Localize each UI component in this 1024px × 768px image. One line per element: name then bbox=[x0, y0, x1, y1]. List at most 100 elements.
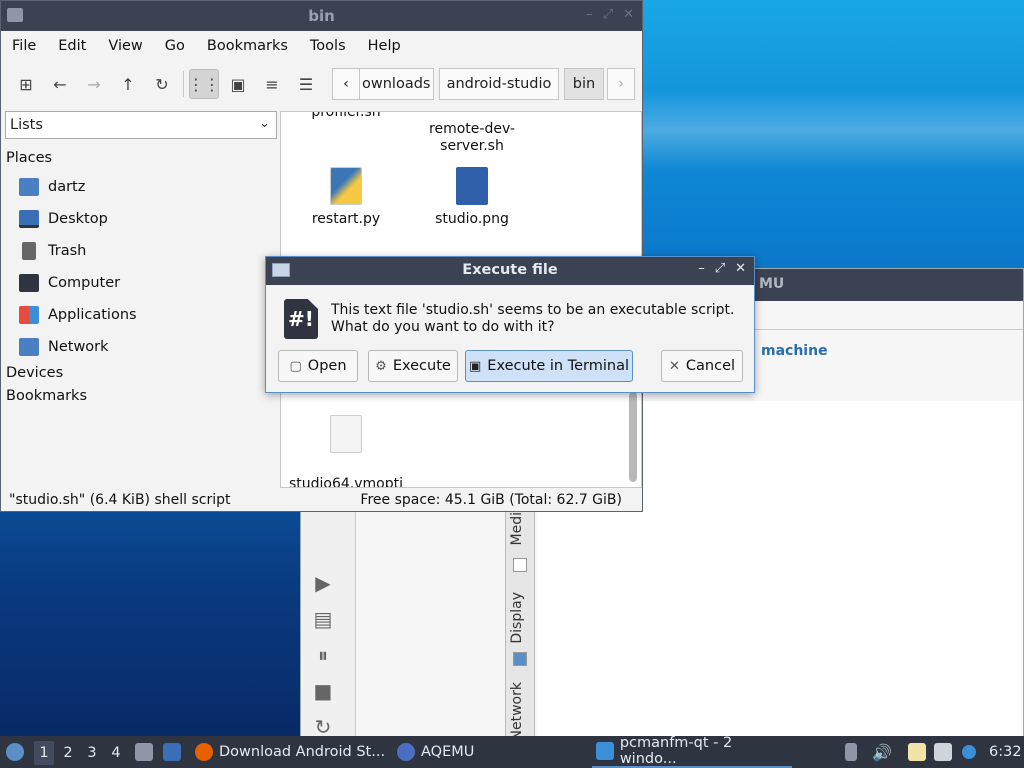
devices-heading[interactable]: Devices bbox=[6, 365, 63, 381]
breadcrumb-bin[interactable]: bin bbox=[564, 68, 604, 100]
sidebar-item-applications[interactable]: Applications bbox=[19, 301, 137, 329]
stop-icon[interactable]: ■ bbox=[311, 679, 335, 703]
cancel-button[interactable]: ✕ Cancel bbox=[661, 350, 743, 382]
start-menu-button[interactable] bbox=[6, 736, 30, 768]
aqemu-machine-label: machine bbox=[761, 343, 828, 359]
selection-status: "studio.sh" (6.4 KiB) shell script bbox=[9, 492, 231, 508]
sidebar-item-label: dartz bbox=[48, 179, 86, 195]
cancel-icon: ✕ bbox=[668, 358, 680, 374]
breadcrumb-downloads[interactable]: ownloads bbox=[359, 68, 434, 100]
tab-network[interactable]: Network bbox=[509, 682, 525, 740]
menu-tools[interactable]: Tools bbox=[299, 38, 357, 54]
breadcrumb-scroll-right[interactable]: › bbox=[607, 68, 635, 100]
quicklaunch-files[interactable] bbox=[135, 736, 159, 768]
menu-file[interactable]: File bbox=[1, 38, 47, 54]
maximize-icon[interactable]: ⤢ bbox=[715, 261, 725, 276]
taskbar: 1 2 3 4 Download Android St... AQEMU pcm… bbox=[0, 735, 1024, 768]
close-icon[interactable]: ✕ bbox=[735, 261, 746, 276]
forward-icon[interactable]: → bbox=[79, 69, 109, 99]
sidebar-item-desktop[interactable]: Desktop bbox=[19, 205, 108, 233]
dialog-title: Execute file bbox=[462, 262, 558, 278]
pause-icon[interactable]: ⏸ bbox=[311, 643, 335, 667]
home-folder-icon bbox=[19, 178, 39, 196]
execute-in-terminal-button[interactable]: ▣ Execute in Terminal bbox=[465, 350, 633, 382]
file-item[interactable]: studio64.vmopti ons bbox=[281, 398, 411, 488]
execute-button[interactable]: ⚙ Execute bbox=[368, 350, 458, 382]
execute-in-terminal-label: Execute in Terminal bbox=[487, 358, 629, 374]
status-bar: "studio.sh" (6.4 KiB) shell script Free … bbox=[1, 489, 642, 511]
tray-eject[interactable] bbox=[845, 736, 863, 768]
sidebar-view-select[interactable]: Lists ⌄ bbox=[5, 111, 277, 139]
tab-media[interactable]: Medi bbox=[509, 512, 525, 545]
clock[interactable]: 6:32 bbox=[989, 736, 1022, 768]
menu-view[interactable]: View bbox=[97, 38, 153, 54]
dialog-titlebar[interactable]: Execute file – ⤢ ✕ bbox=[266, 257, 754, 285]
tab-display[interactable]: Display bbox=[509, 592, 525, 644]
play-icon[interactable]: ▶ bbox=[311, 571, 335, 595]
sidebar-item-network[interactable]: Network bbox=[19, 333, 109, 361]
workspace-3[interactable]: 3 bbox=[82, 741, 102, 765]
menu-bookmarks[interactable]: Bookmarks bbox=[196, 38, 299, 54]
media-icon bbox=[513, 558, 527, 572]
terminal-icon: ▣ bbox=[469, 358, 482, 374]
sidebar-item-label: Trash bbox=[48, 243, 87, 259]
back-icon[interactable]: ← bbox=[45, 69, 75, 99]
bookmarks-heading[interactable]: Bookmarks bbox=[6, 388, 87, 404]
tray-notifications[interactable] bbox=[962, 736, 982, 768]
desktop-icon bbox=[19, 210, 39, 228]
tray-volume[interactable]: 🔊 bbox=[872, 736, 892, 768]
sidebar-view-value: Lists bbox=[10, 117, 43, 133]
file-label: remote-dev- server.sh bbox=[429, 121, 515, 154]
icon-view-icon[interactable]: ⋮⋮ bbox=[188, 69, 220, 99]
file-label: restart.py bbox=[311, 211, 381, 227]
fm-titlebar[interactable]: bin – ⤢ ✕ bbox=[1, 1, 642, 31]
minimize-icon[interactable]: – bbox=[698, 261, 705, 276]
file-item[interactable]: restart.py bbox=[281, 167, 411, 228]
sidebar-item-label: Applications bbox=[48, 307, 137, 323]
file-item[interactable]: remote-dev- server.sh bbox=[407, 112, 537, 155]
workspace-2[interactable]: 2 bbox=[58, 741, 78, 765]
task-firefox[interactable]: Download Android St... bbox=[195, 736, 385, 768]
minimize-icon[interactable]: – bbox=[586, 7, 593, 22]
text-file-icon bbox=[330, 415, 362, 453]
save-icon[interactable]: ▤ bbox=[311, 607, 335, 631]
sidebar-item-dartz[interactable]: dartz bbox=[19, 173, 85, 201]
file-item[interactable]: profiler.sh bbox=[281, 112, 411, 121]
new-tab-icon[interactable]: ⊞ bbox=[11, 69, 41, 99]
menu-edit[interactable]: Edit bbox=[47, 38, 97, 54]
up-icon[interactable]: ↑ bbox=[113, 69, 143, 99]
sidebar-item-label: Desktop bbox=[48, 211, 108, 227]
compact-view-icon[interactable]: ≡ bbox=[257, 69, 287, 99]
breadcrumb-android-studio[interactable]: android-studio bbox=[439, 68, 559, 100]
breadcrumb-scroll-left[interactable]: ‹ bbox=[332, 68, 360, 100]
places-heading: Places bbox=[6, 150, 53, 166]
menu-help[interactable]: Help bbox=[357, 38, 412, 54]
tray-clipboard[interactable] bbox=[908, 736, 932, 768]
thumbnail-view-icon[interactable]: ▣ bbox=[223, 69, 253, 99]
aqemu-title: MU bbox=[759, 276, 785, 292]
dialog-message-line2: What do you want to do with it? bbox=[331, 319, 555, 335]
reload-icon[interactable]: ↻ bbox=[147, 69, 177, 99]
workspace-1[interactable]: 1 bbox=[34, 741, 54, 765]
quicklaunch-desktop[interactable] bbox=[163, 736, 187, 768]
file-label: studio64.vmopti ons bbox=[288, 476, 404, 488]
dialog-message-line1: This text file 'studio.sh' seems to be a… bbox=[331, 302, 735, 318]
detailed-list-view-icon[interactable]: ☰ bbox=[291, 69, 321, 99]
network-icon bbox=[19, 338, 39, 356]
toolbar: ⊞ ← → ↑ ↻ ⋮⋮ ▣ ≡ ☰ ‹ ownloads android-st… bbox=[1, 65, 642, 105]
scrollbar-thumb[interactable] bbox=[629, 392, 637, 482]
maximize-icon[interactable]: ⤢ bbox=[603, 7, 613, 22]
wallpaper-highlight bbox=[640, 90, 1024, 170]
workspace-4[interactable]: 4 bbox=[106, 741, 126, 765]
sidebar-item-computer[interactable]: Computer bbox=[19, 269, 120, 297]
menu-go[interactable]: Go bbox=[154, 38, 196, 54]
sidebar-item-trash[interactable]: Trash bbox=[19, 237, 86, 265]
task-aqemu[interactable]: AQEMU bbox=[397, 736, 474, 768]
tray-network[interactable] bbox=[934, 736, 958, 768]
file-manager-icon bbox=[135, 743, 153, 761]
close-icon[interactable]: ✕ bbox=[623, 7, 634, 22]
free-space-status: Free space: 45.1 GiB (Total: 62.7 GiB) bbox=[360, 492, 622, 508]
file-item[interactable]: studio.png bbox=[407, 167, 537, 228]
task-pcmanfm[interactable]: pcmanfm-qt - 2 windo... bbox=[592, 735, 792, 768]
open-button[interactable]: ▢ Open bbox=[278, 350, 358, 382]
